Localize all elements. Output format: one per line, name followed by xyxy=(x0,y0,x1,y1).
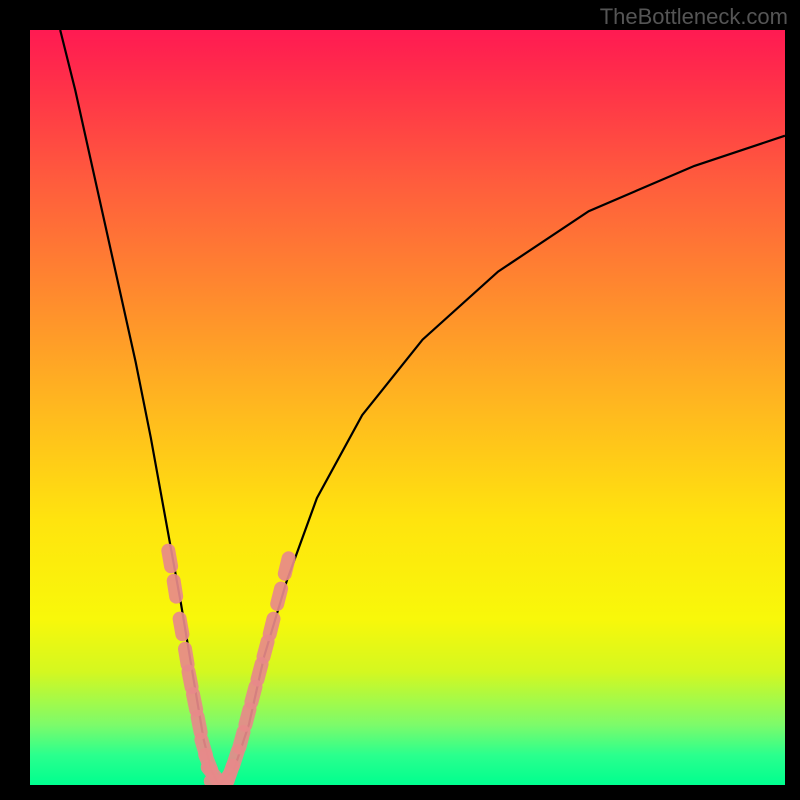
curve-marker xyxy=(264,641,268,656)
curve-marker xyxy=(180,619,183,635)
chart-plot-area xyxy=(30,30,785,785)
bottleneck-curve xyxy=(60,30,785,785)
curve-marker xyxy=(227,766,232,781)
curve-marker xyxy=(251,687,255,702)
chart-svg xyxy=(30,30,785,785)
curve-marker xyxy=(189,672,192,688)
curve-marker xyxy=(270,619,274,635)
curve-marker xyxy=(174,581,177,597)
curve-marker xyxy=(185,649,188,665)
curve-marker xyxy=(233,751,238,766)
curve-marker xyxy=(245,709,249,725)
marker-layer xyxy=(168,551,288,785)
curve-marker xyxy=(193,694,196,710)
curve-marker xyxy=(208,767,218,780)
curve-marker xyxy=(198,717,201,733)
axis-bottom-mask xyxy=(0,785,800,800)
curve-marker xyxy=(201,740,206,755)
axis-left-mask xyxy=(0,0,30,800)
curve-marker xyxy=(239,732,243,747)
curve-marker xyxy=(220,775,229,785)
curve-marker xyxy=(205,755,211,770)
curve-marker xyxy=(258,664,262,680)
curve-marker xyxy=(285,558,289,574)
watermark-text: TheBottleneck.com xyxy=(600,4,788,30)
curve-marker xyxy=(168,551,171,567)
curve-layer xyxy=(60,30,785,785)
curve-marker xyxy=(277,589,281,605)
